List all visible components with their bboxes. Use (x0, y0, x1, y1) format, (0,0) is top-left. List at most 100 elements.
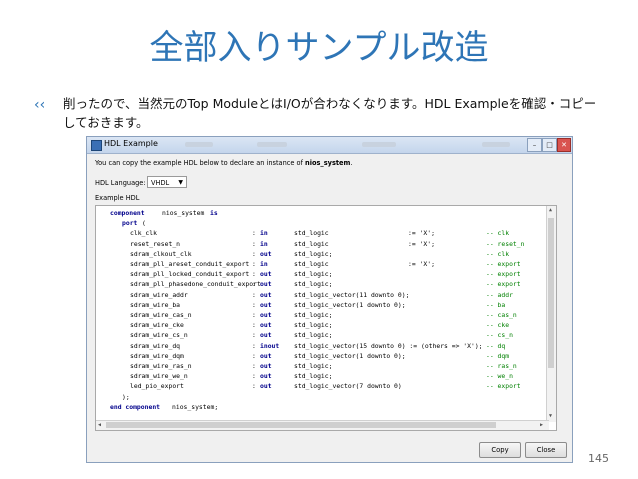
port-type: std_logic; (294, 311, 333, 319)
port-name: clk_clk (130, 229, 157, 238)
port-comment: -- export (486, 280, 521, 289)
language-label: HDL Language: (95, 179, 146, 187)
scroll-up-icon[interactable]: ▲ (549, 207, 552, 213)
port-name: sdram_wire_dqm (130, 351, 184, 360)
example-hdl-label: Example HDL (95, 194, 140, 202)
port-direction: out (260, 331, 272, 340)
code-keyword: port (122, 219, 138, 228)
port-type: std_logic_vector(15 downto 0) := (others… (294, 341, 483, 350)
page-number: 145 (588, 452, 609, 465)
app-icon (91, 140, 102, 151)
code-colon: : (252, 311, 256, 319)
maximize-icon[interactable]: □ (542, 138, 557, 152)
bullet-text: 削ったので、当然元のTop ModuleとはI/Oが合わなくなります。HDL E… (63, 96, 597, 130)
port-type: std_logic_vector(1 downto 0); (294, 300, 406, 309)
titlebar-blur (362, 142, 396, 147)
hdl-code-area[interactable]: ▲ ▼ ◀ ▶ component nios_system is port (clk_c… (95, 205, 557, 431)
close-icon[interactable]: ✕ (557, 138, 571, 152)
port-comment: -- addr (486, 290, 513, 299)
titlebar-blur (257, 142, 287, 147)
code-colon: : (252, 341, 256, 350)
minimize-icon[interactable]: – (527, 138, 542, 152)
scroll-left-icon[interactable]: ◀ (98, 422, 101, 428)
port-direction: in (260, 229, 268, 238)
intro-text: You can copy the example HDL below to de… (95, 159, 353, 167)
port-default: := 'X'; (408, 260, 435, 268)
titlebar-blur (185, 142, 213, 147)
port-default: := 'X'; (408, 229, 435, 238)
code-keyword: end component (110, 402, 161, 411)
code-colon: : (252, 260, 256, 268)
port-comment: -- cas_n (486, 311, 517, 319)
language-select[interactable]: VHDL ▼ (147, 176, 187, 188)
code-colon: : (252, 290, 256, 299)
code-colon: : (252, 280, 256, 289)
code-colon: : (252, 372, 256, 381)
port-comment: -- dqm (486, 351, 510, 360)
close-button[interactable]: Close (525, 442, 567, 458)
dialog-title: HDL Example (104, 139, 158, 148)
port-name: sdram_pll_phasedone_conduit_export (130, 280, 261, 289)
port-comment: -- clk (486, 249, 510, 258)
chevron-down-icon: ▼ (178, 179, 183, 186)
port-name: sdram_wire_ba (130, 300, 181, 309)
port-type: std_logic_vector(7 downto 0) (294, 382, 402, 391)
port-direction: out (260, 351, 272, 360)
port-type: std_logic (294, 229, 329, 238)
port-comment: -- reset_n (486, 239, 525, 248)
port-type: std_logic_vector(11 downto 0); (294, 290, 410, 299)
port-direction: out (260, 372, 272, 381)
code-colon: : (252, 321, 256, 330)
port-type: std_logic_vector(1 downto 0); (294, 351, 406, 360)
port-direction: out (260, 249, 272, 258)
port-direction: out (260, 280, 272, 289)
dialog-titlebar[interactable]: HDL Example – □ ✕ (87, 137, 572, 154)
port-comment: -- export (486, 270, 521, 279)
port-name: led_pio_export (130, 382, 184, 391)
port-comment: -- cke (486, 321, 510, 330)
code-colon: : (252, 331, 256, 340)
port-comment: -- export (486, 382, 521, 391)
port-name: reset_reset_n (130, 239, 181, 248)
port-name: sdram_wire_dq (130, 341, 181, 350)
hdl-example-dialog: HDL Example – □ ✕ You can copy the examp… (86, 136, 573, 463)
vertical-scrollbar[interactable]: ▲ ▼ (546, 206, 556, 422)
horizontal-scrollbar[interactable]: ◀ ▶ (96, 420, 549, 430)
slide-title: 全部入りサンプル改造 (149, 28, 489, 68)
port-comment: -- clk (486, 229, 510, 238)
vertical-scroll-thumb[interactable] (548, 218, 554, 368)
port-name: sdram_wire_cke (130, 321, 184, 330)
port-comment: -- export (486, 260, 521, 268)
port-type: std_logic (294, 260, 329, 268)
port-direction: out (260, 300, 272, 309)
port-direction: out (260, 321, 272, 330)
copy-button[interactable]: Copy (479, 442, 521, 458)
port-default: := 'X'; (408, 239, 435, 248)
port-type: std_logic; (294, 280, 333, 289)
code-colon: : (252, 351, 256, 360)
port-direction: out (260, 382, 272, 391)
code-keyword: component (110, 209, 145, 217)
code-colon: : (252, 270, 256, 279)
port-type: std_logic; (294, 270, 333, 279)
code-identifier: nios_system (162, 209, 205, 217)
code-colon: : (252, 382, 256, 391)
code-paren: ( (142, 219, 146, 228)
port-direction: out (260, 270, 272, 279)
horizontal-scroll-thumb[interactable] (106, 422, 496, 428)
port-direction: in (260, 239, 268, 248)
port-type: std_logic; (294, 249, 333, 258)
port-name: sdram_pll_areset_conduit_export (130, 260, 250, 268)
port-type: std_logic (294, 239, 329, 248)
code-colon: : (252, 229, 256, 238)
port-type: std_logic; (294, 331, 333, 340)
port-comment: -- ras_n (486, 362, 517, 370)
scroll-right-icon[interactable]: ▶ (540, 422, 543, 428)
code-port-close: ); (122, 392, 130, 401)
port-comment: -- cs_n (486, 331, 513, 340)
port-comment: -- we_n (486, 372, 513, 381)
scroll-down-icon[interactable]: ▼ (549, 413, 552, 419)
port-direction: out (260, 311, 272, 319)
code-colon: : (252, 300, 256, 309)
code-keyword: is (210, 209, 218, 217)
